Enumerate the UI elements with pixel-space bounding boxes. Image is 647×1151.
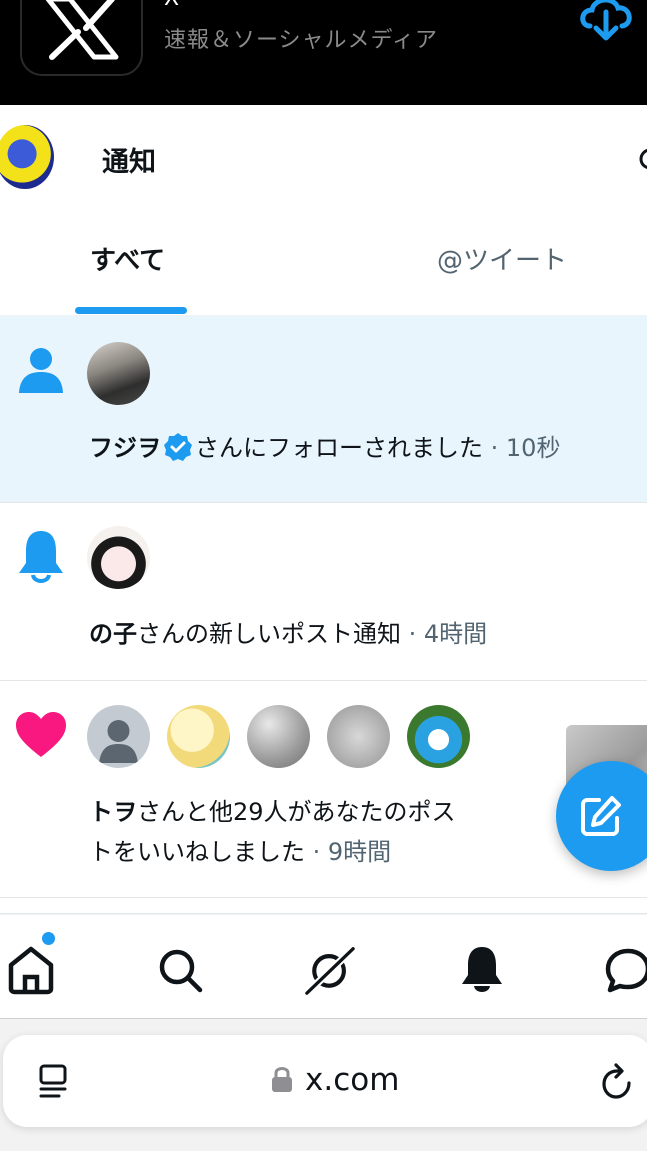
timestamp: · 10秒 [490,434,561,462]
notification-message: さんにフォローされました [195,434,483,462]
person-icon [19,348,63,393]
notifications-header [0,105,647,210]
nav-notifications[interactable] [457,945,507,995]
avatar[interactable] [87,526,150,589]
home-icon [8,946,54,995]
bell-icon [462,947,502,992]
grok-icon [305,946,355,996]
user-name[interactable]: トヲ [89,798,137,826]
app-name: X [164,0,179,11]
notification-text: フジヲ さんにフォローされました · 10秒 [89,428,560,468]
timestamp: · 4時間 [408,620,488,648]
search-icon [159,949,203,993]
page-title: 通知 [102,147,156,178]
notification-message: トをいいねしました [89,838,305,866]
avatar[interactable] [167,705,230,768]
compose-icon [581,796,621,836]
app-install-banner[interactable]: X 速報＆ソーシャルメディア [0,0,647,105]
app-subtitle: 速報＆ソーシャルメディア [164,28,439,53]
user-name[interactable]: の子 [89,620,137,648]
notification-likes[interactable]: トヲさんと他29人があなたのポス トをいいねしました · 9時間 [0,681,647,898]
avatar[interactable] [327,705,390,768]
nav-grok[interactable] [305,945,355,996]
timestamp: · 9時間 [312,838,392,866]
notification-dot [42,932,55,945]
avatar[interactable] [407,705,470,768]
verified-badge-icon [164,433,192,461]
tab-all[interactable]: すべて [90,240,165,277]
user-name[interactable]: フジヲ [89,434,161,462]
notification-message: さんの新しいポスト通知 [137,620,401,648]
cloud-download-icon[interactable] [576,0,636,44]
tab-mentions[interactable]: @ツイート [437,240,567,277]
heart-icon [16,712,66,757]
notification-message: さんと他29人があなたのポス [137,798,456,826]
avatar[interactable] [87,705,150,768]
notification-text: の子さんの新しいポスト通知 · 4時間 [89,614,487,654]
bell-icon [19,531,63,583]
tabs-icon[interactable] [35,1063,71,1101]
notification-post[interactable]: の子さんの新しいポスト通知 · 4時間 [0,503,647,681]
nav-home[interactable] [6,945,56,995]
notification-follow[interactable]: フジヲ さんにフォローされました · 10秒 [0,316,647,503]
nav-messages[interactable] [602,945,647,995]
tab-active-indicator [75,307,187,314]
nav-search[interactable] [155,945,205,995]
avatar[interactable] [87,342,150,405]
divider [0,898,647,914]
notification-text: トヲさんと他29人があなたのポス トをいいねしました · 9時間 [89,792,456,872]
reload-icon[interactable] [601,1063,635,1101]
gear-icon[interactable] [636,144,647,174]
url-text[interactable]: x.com [305,1062,399,1098]
avatar[interactable] [247,705,310,768]
bottom-navigation [0,914,647,1018]
x-logo-icon [20,0,143,76]
messages-icon [605,948,647,993]
lock-icon [272,1067,292,1092]
